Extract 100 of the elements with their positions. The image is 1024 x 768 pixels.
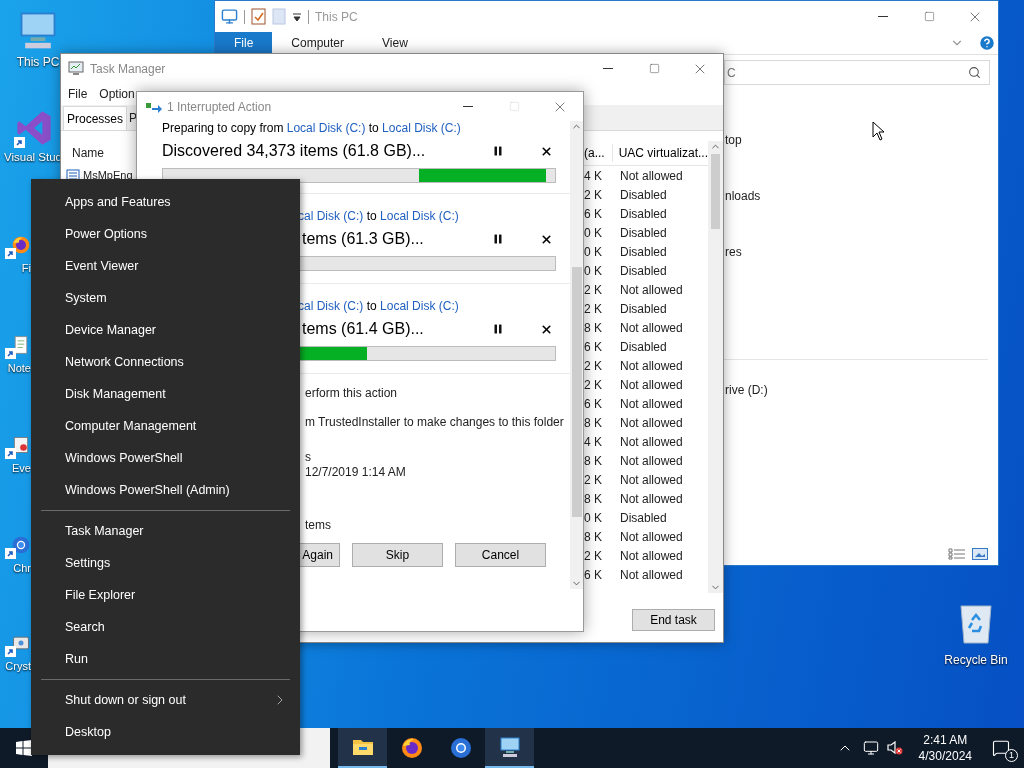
menu-item[interactable]: Computer Management <box>31 410 300 442</box>
destination-link[interactable]: Local Disk (C:) <box>380 209 459 224</box>
table-cell-text: Not allowed <box>619 528 683 546</box>
menu-item[interactable]: Apps and Features <box>31 186 300 218</box>
menu-item[interactable]: Shut down or sign out <box>31 684 300 716</box>
minimize-icon <box>463 106 473 107</box>
desktop-icon-label[interactable]: Recycle Bin <box>944 652 1008 668</box>
infinity-logo-icon <box>14 108 54 148</box>
dialog-button[interactable]: Cancel <box>455 543 546 567</box>
taskbar-app[interactable] <box>485 728 534 768</box>
menu-item[interactable]: Device Manager <box>31 314 300 346</box>
menu-item[interactable]: Power Options <box>31 218 300 250</box>
menu-item[interactable]: Windows PowerShell <box>31 442 300 474</box>
table-cell-text: 0 K <box>584 262 603 280</box>
cancel-operation-button[interactable] <box>540 322 553 336</box>
table-cell-text: 6 K <box>584 566 603 584</box>
ribbon-tab[interactable]: View <box>363 32 427 54</box>
copy-arrow-icon <box>145 100 163 113</box>
table-cell-text: 6 K <box>584 395 603 413</box>
destination-link[interactable]: Local Disk (C:) <box>380 299 459 314</box>
menu-item[interactable]: File <box>68 85 88 103</box>
close-icon <box>540 232 553 246</box>
source-link[interactable]: Local Disk (C:) <box>286 121 366 136</box>
table-cell-text: 2 K <box>584 357 603 375</box>
folder-label[interactable]: top <box>725 131 998 149</box>
menu-item[interactable]: System <box>31 282 300 314</box>
tab[interactable]: P <box>127 106 140 130</box>
cancel-operation-button[interactable] <box>540 232 553 246</box>
fox-globe-icon <box>399 736 424 760</box>
computer-icon <box>497 735 522 759</box>
computer-icon[interactable] <box>221 8 238 25</box>
help-icon[interactable] <box>978 34 996 52</box>
menu-item[interactable]: Task Manager <box>31 515 300 547</box>
desktop-icon-label[interactable]: Visual Stud <box>4 150 62 165</box>
menu-item[interactable]: Settings <box>31 547 300 579</box>
folder-label[interactable]: nloads <box>725 187 998 205</box>
caret-icon[interactable] <box>292 11 302 22</box>
scrollbar-thumb[interactable] <box>711 154 720 229</box>
menu-item[interactable]: Option <box>99 85 135 103</box>
menu-item[interactable]: Run <box>31 643 300 675</box>
taskbar-app[interactable] <box>338 728 387 768</box>
copy-status: Discovered 34,373 items (61.8 GB)... <box>162 141 426 161</box>
cancel-operation-button[interactable] <box>540 144 553 158</box>
menu-item[interactable]: Event Viewer <box>31 250 300 282</box>
shortcut-arrow-icon <box>5 448 16 459</box>
notification-icon <box>992 739 1010 757</box>
circle-logo-icon <box>11 535 31 555</box>
checklist-icon[interactable] <box>251 8 266 25</box>
dialog-button[interactable]: Skip <box>352 543 443 567</box>
menu-item[interactable]: Network Connections <box>31 346 300 378</box>
clock[interactable]: 2:41 AM 4/30/2024 <box>912 732 978 764</box>
table-cell-text: Not allowed <box>619 414 683 432</box>
scrollbar[interactable] <box>570 121 583 589</box>
large-icons-view-icon[interactable] <box>972 548 988 560</box>
maximize-icon <box>923 11 935 22</box>
pause-button[interactable] <box>492 323 504 335</box>
pause-button[interactable] <box>492 145 504 157</box>
minimize-icon <box>878 16 888 17</box>
table-cell-text: Not allowed <box>619 319 683 337</box>
pause-button[interactable] <box>492 233 504 245</box>
minimize-icon <box>603 68 613 69</box>
conflict-text: m TrustedInstaller to make changes to this folder <box>305 415 565 430</box>
table-cell-text: Not allowed <box>619 547 683 565</box>
table-cell-text: Disabled <box>619 186 667 204</box>
copy-description: to <box>365 299 378 314</box>
table-cell-text: 0 K <box>584 509 603 527</box>
menu-item[interactable]: Desktop <box>31 716 300 748</box>
end-task-button[interactable]: End task <box>632 609 715 631</box>
copy-description: to <box>367 121 380 136</box>
ribbon-tab[interactable]: File <box>215 32 273 54</box>
scrollbar-thumb[interactable] <box>571 267 582 517</box>
table-cell-text: Disabled <box>619 205 667 223</box>
menu-item[interactable]: Windows PowerShell (Admin) <box>31 474 300 506</box>
shortcut-arrow-icon <box>5 248 16 259</box>
destination-link[interactable]: Local Disk (C:) <box>382 121 461 136</box>
table-cell-text: 6 K <box>584 205 603 223</box>
tab[interactable]: Processes <box>63 106 128 130</box>
copy-description: to <box>365 209 378 224</box>
table-cell-text: Not allowed <box>619 376 683 394</box>
window-title: Task Manager <box>90 60 166 78</box>
folder-label[interactable]: res <box>725 243 998 261</box>
notification-button[interactable]: 1 <box>978 728 1024 768</box>
table-cell-text: Disabled <box>619 338 667 356</box>
ribbon-tab[interactable]: Computer <box>272 32 364 54</box>
maximize-icon <box>648 63 660 74</box>
search-field[interactable]: C <box>724 60 990 85</box>
table-cell-text: 8 K <box>584 528 603 546</box>
scrollbar[interactable] <box>708 141 723 593</box>
muted-speaker-icon[interactable] <box>886 741 903 755</box>
column-header[interactable]: UAC virtualizat... <box>612 144 708 162</box>
details-view-icon[interactable] <box>948 548 966 560</box>
menu-item[interactable]: Disk Management <box>31 378 300 410</box>
table-cell-text: Disabled <box>619 509 667 527</box>
drive-label[interactable]: rive (D:) <box>725 381 998 399</box>
menu-item[interactable]: File Explorer <box>31 579 300 611</box>
close-icon <box>540 322 553 336</box>
table-cell-text: 2 K <box>584 471 603 489</box>
table-cell-text: Not allowed <box>619 490 683 508</box>
menu-item[interactable]: Search <box>31 611 300 643</box>
network-icon[interactable] <box>862 740 879 756</box>
